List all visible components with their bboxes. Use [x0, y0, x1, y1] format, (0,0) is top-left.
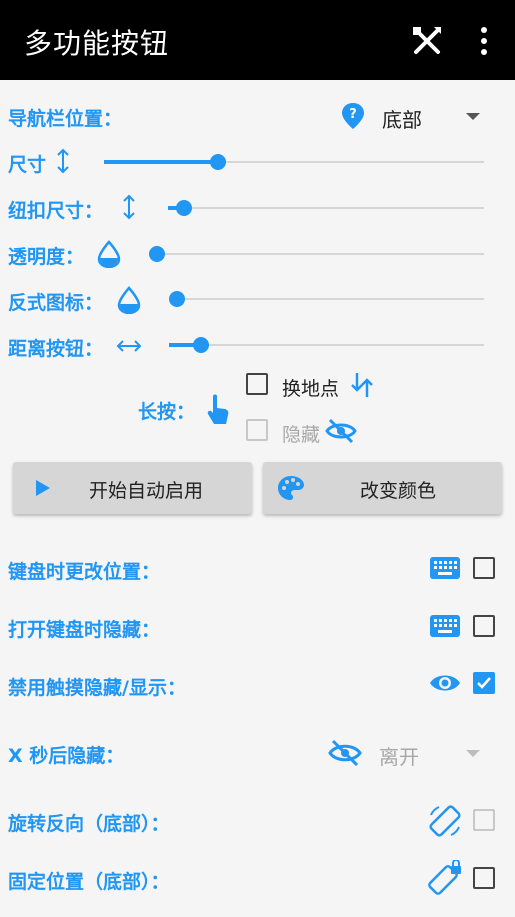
hide-after-x-select[interactable]: 离开 [379, 741, 419, 770]
long-press-label: 长按： [138, 401, 196, 423]
nav-position-select[interactable]: 底部 [382, 104, 422, 133]
keyboard-icon [430, 557, 460, 583]
size-label: 尺寸 [8, 154, 47, 176]
play-icon [36, 480, 50, 496]
design-tools-icon[interactable] [410, 24, 444, 58]
screen-lock-rotation-icon [427, 859, 463, 900]
keyboard-change-position-checkbox[interactable] [473, 557, 495, 579]
opacity-slider[interactable] [149, 242, 484, 266]
rotate-reverse-label: 旋转反向（底部）： [8, 813, 170, 835]
distance-label: 距离按钮： [8, 338, 104, 360]
fixed-position-checkbox[interactable] [473, 867, 495, 889]
inverse-icon-slider[interactable] [169, 287, 484, 311]
opacity-drop-icon [117, 286, 141, 318]
horizontal-resize-icon [116, 338, 142, 357]
keyboard-icon [430, 615, 460, 641]
vertical-resize-icon [56, 148, 70, 178]
opacity-drop-icon [97, 240, 121, 272]
eye-off-icon [328, 739, 362, 771]
auto-start-button[interactable]: 开始自动启用 [13, 462, 252, 514]
fixed-position-label: 固定位置（底部）： [8, 871, 170, 893]
swap-vert-icon [350, 370, 374, 404]
nav-position-label: 导航栏位置： [8, 108, 123, 130]
inverse-icon-label: 反式图标： [8, 292, 104, 314]
swap-location-label: 换地点 [282, 378, 340, 400]
eye-icon [428, 670, 462, 700]
disable-touch-hide-checkbox[interactable] [473, 672, 495, 694]
checkmark-icon [477, 677, 491, 689]
eye-off-icon [325, 417, 357, 449]
change-color-button-label: 改变颜色 [360, 480, 437, 502]
palette-icon [278, 476, 304, 500]
button-size-label: 纽扣尺寸： [8, 200, 104, 222]
distance-slider[interactable] [169, 333, 484, 357]
disable-touch-hide-label: 禁用触摸隐藏/显示： [8, 677, 186, 699]
help-marker-icon: ? [341, 102, 365, 134]
change-color-button[interactable]: 改变颜色 [263, 462, 502, 514]
keyboard-change-position-label: 键盘时更改位置： [8, 561, 161, 583]
touch-hand-icon [205, 393, 231, 431]
hide-after-x-label: X 秒后隐藏： [8, 745, 125, 767]
size-slider[interactable] [104, 150, 484, 174]
button-size-slider[interactable] [168, 196, 484, 220]
more-vert-icon[interactable] [474, 24, 494, 58]
app-bar: 多功能按钮 [0, 0, 515, 80]
rotate-reverse-checkbox[interactable] [473, 809, 495, 831]
hide-checkbox[interactable] [246, 419, 268, 441]
chevron-down-icon[interactable] [466, 113, 480, 120]
auto-start-button-label: 开始自动启用 [89, 480, 204, 502]
vertical-resize-icon [122, 194, 136, 224]
hide-on-keyboard-label: 打开键盘时隐藏： [8, 619, 161, 641]
swap-location-checkbox[interactable] [246, 373, 268, 395]
screen-rotation-icon [427, 803, 463, 843]
app-title: 多功能按钮 [24, 27, 170, 60]
chevron-down-icon[interactable] [466, 750, 480, 757]
svg-text:?: ? [349, 107, 357, 122]
hide-label: 隐藏 [282, 424, 321, 446]
hide-on-keyboard-checkbox[interactable] [473, 615, 495, 637]
opacity-label: 透明度： [8, 246, 85, 268]
